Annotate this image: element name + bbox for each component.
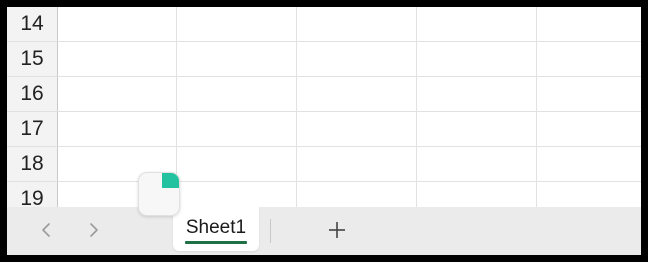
cell[interactable]	[58, 42, 177, 76]
grid-row: 15	[7, 42, 641, 77]
next-sheet-button[interactable]	[81, 217, 107, 243]
cell[interactable]	[297, 147, 417, 181]
cell[interactable]	[417, 147, 537, 181]
sheet-tab-bar: Sheet1	[7, 207, 641, 255]
row-header[interactable]: 17	[7, 112, 58, 146]
previous-sheet-button[interactable]	[33, 217, 59, 243]
cell[interactable]	[417, 77, 537, 111]
cell[interactable]	[177, 42, 297, 76]
cell[interactable]	[297, 7, 417, 41]
row-header[interactable]: 18	[7, 147, 58, 181]
cell[interactable]	[177, 77, 297, 111]
cell[interactable]	[537, 42, 641, 76]
cell[interactable]	[537, 147, 641, 181]
cell[interactable]	[417, 182, 537, 207]
sheet-tab-sheet1[interactable]: Sheet1	[173, 207, 259, 251]
cell[interactable]	[537, 77, 641, 111]
cell[interactable]	[537, 7, 641, 41]
cell[interactable]	[177, 112, 297, 146]
cell[interactable]	[417, 112, 537, 146]
add-sheet-button[interactable]	[323, 216, 351, 244]
sheet-tab-label: Sheet1	[185, 217, 247, 238]
cell[interactable]	[177, 7, 297, 41]
cell[interactable]	[537, 182, 641, 207]
grid-row: 16	[7, 77, 641, 112]
plus-icon	[329, 222, 345, 238]
cell[interactable]	[417, 7, 537, 41]
pie-chart-icon	[162, 173, 179, 188]
cell[interactable]	[58, 77, 177, 111]
quick-analysis-widget[interactable]	[138, 172, 180, 216]
chevron-left-icon	[42, 223, 50, 237]
grid-row: 18	[7, 147, 641, 182]
row-header[interactable]: 15	[7, 42, 58, 76]
cell[interactable]	[537, 112, 641, 146]
row-header[interactable]: 19	[7, 182, 58, 207]
grid-row: 14	[7, 7, 641, 42]
row-header[interactable]: 16	[7, 77, 58, 111]
active-tab-indicator	[185, 241, 247, 244]
tab-divider	[270, 219, 271, 243]
row-header[interactable]: 14	[7, 7, 58, 41]
cell[interactable]	[58, 112, 177, 146]
cell[interactable]	[177, 182, 297, 207]
chevron-right-icon	[90, 223, 98, 237]
grid-row: 19	[7, 182, 641, 207]
spreadsheet-window: 14 15 16 17 18 19 Sheet1	[7, 7, 641, 255]
cell[interactable]	[297, 77, 417, 111]
cell[interactable]	[58, 7, 177, 41]
cell[interactable]	[417, 42, 537, 76]
cell[interactable]	[297, 42, 417, 76]
grid-row: 17	[7, 112, 641, 147]
cell[interactable]	[297, 112, 417, 146]
cell[interactable]	[177, 147, 297, 181]
cell-grid[interactable]: 14 15 16 17 18 19	[7, 7, 641, 207]
cell[interactable]	[297, 182, 417, 207]
